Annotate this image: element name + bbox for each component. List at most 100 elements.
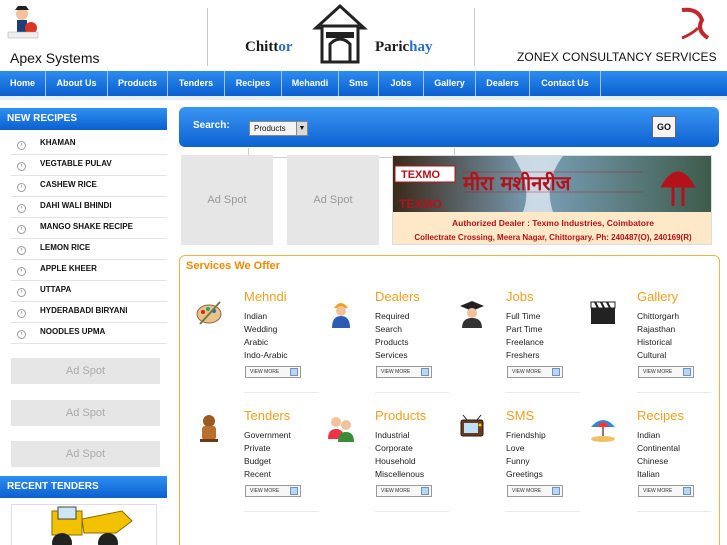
service-link[interactable]: Search [375, 324, 402, 334]
service-link[interactable]: Industrial [375, 430, 410, 440]
ad-spot-1[interactable]: Ad Spot [181, 155, 273, 245]
service-link[interactable]: Private [244, 443, 270, 453]
view-more-button[interactable]: VIEW MORE [376, 366, 432, 378]
search-category-select[interactable]: Products ▼ [249, 121, 308, 136]
service-link[interactable]: Recent [244, 469, 271, 479]
service-link[interactable]: Love [506, 443, 524, 453]
service-link[interactable]: Chittorgarh [637, 311, 679, 321]
view-more-button[interactable]: VIEW MORE [376, 485, 432, 497]
service-title-dealers[interactable]: Dealers [375, 289, 420, 304]
tender-image[interactable] [11, 504, 157, 545]
nav-products[interactable]: Products [108, 71, 168, 96]
service-link[interactable]: Part Time [506, 324, 542, 334]
service-title-jobs[interactable]: Jobs [506, 289, 533, 304]
recipe-item[interactable]: › MANGO SHAKE RECIPE [11, 218, 167, 239]
recipe-item[interactable]: › APPLE KHEER [11, 260, 167, 281]
service-link[interactable]: Funny [506, 456, 530, 466]
recipe-item[interactable]: › DAHI WALI BHINDI [11, 197, 167, 218]
recipe-link[interactable]: MANGO SHAKE RECIPE [40, 222, 133, 231]
recipe-link[interactable]: NOODLES UPMA [40, 327, 105, 336]
recipe-link[interactable]: DAHI WALI BHINDI [40, 201, 112, 210]
texmo-dealer-banner[interactable]: TEXMO TEXMO मीरा मशीनरीज Authorized Deal… [392, 155, 712, 245]
recipe-link[interactable]: UTTAPA [40, 285, 71, 294]
nav-home[interactable]: Home [0, 71, 46, 96]
recipe-link[interactable]: KHAMAN [40, 138, 76, 147]
recipe-item[interactable]: › LEMON RICE [11, 239, 167, 260]
service-title-gallery[interactable]: Gallery [637, 289, 678, 304]
service-link[interactable]: Products [375, 337, 409, 347]
service-link[interactable]: Freelance [506, 337, 544, 347]
banner-line-2: Collectrate Crossing, Meera Nagar, Chitt… [414, 233, 692, 242]
arrow-bullet-icon: › [17, 246, 26, 255]
sidebar-ad-spot[interactable]: Ad Spot [11, 441, 160, 467]
service-link[interactable]: Full Time [506, 311, 540, 321]
recipe-link[interactable]: VEGTABLE PULAV [40, 159, 112, 168]
service-link[interactable]: Wedding [244, 324, 277, 334]
service-link[interactable]: Rajasthan [637, 324, 675, 334]
document-icon [290, 487, 298, 495]
apex-brand-name: Apex Systems [10, 50, 100, 66]
service-link[interactable]: Historical [637, 337, 672, 347]
service-link[interactable]: Miscellenous [375, 469, 424, 479]
service-link[interactable]: Continental [637, 443, 680, 453]
arrow-bullet-icon: › [17, 183, 26, 192]
recipe-item[interactable]: › VEGTABLE PULAV [11, 155, 167, 176]
recipe-link[interactable]: CASHEW RICE [40, 180, 97, 189]
service-link[interactable]: Required [375, 311, 410, 321]
service-link[interactable]: Friendship [506, 430, 546, 440]
service-link[interactable]: Chinese [637, 456, 668, 466]
nav-mehandi[interactable]: Mehandi [282, 71, 339, 96]
service-title-sms[interactable]: SMS [506, 408, 534, 423]
nav-tenders[interactable]: Tenders [168, 71, 225, 96]
service-link[interactable]: Freshers [506, 350, 540, 360]
service-link[interactable]: Household [375, 456, 416, 466]
nav-dealers[interactable]: Dealers [476, 71, 530, 96]
sidebar-ad-spot[interactable]: Ad Spot [11, 358, 160, 384]
service-link[interactable]: Corporate [375, 443, 413, 453]
sidebar-ad-spot[interactable]: Ad Spot [11, 400, 160, 426]
view-more-button[interactable]: VIEW MORE [638, 366, 694, 378]
nav-about-us[interactable]: About Us [46, 71, 108, 96]
service-divider [506, 392, 580, 393]
recipe-link[interactable]: APPLE KHEER [40, 264, 97, 273]
view-more-button[interactable]: VIEW MORE [245, 366, 301, 378]
view-more-button[interactable]: VIEW MORE [638, 485, 694, 497]
service-link[interactable]: Indo-Arabic [244, 350, 287, 360]
service-divider [637, 511, 711, 512]
service-link[interactable]: Indian [637, 430, 660, 440]
service-title-tenders[interactable]: Tenders [244, 408, 290, 423]
go-button[interactable]: GO [652, 116, 676, 138]
service-title-mehndi[interactable]: Mehndi [244, 289, 287, 304]
recipe-item[interactable]: › CASHEW RICE [11, 176, 167, 197]
recipe-item[interactable]: › NOODLES UPMA [11, 323, 167, 344]
palette-icon [196, 301, 222, 325]
view-more-button[interactable]: VIEW MORE [245, 485, 301, 497]
nav-contact-us[interactable]: Contact Us [530, 71, 601, 96]
service-link[interactable]: Government [244, 430, 291, 440]
service-link[interactable]: Greetings [506, 469, 543, 479]
service-link[interactable]: Italian [637, 469, 660, 479]
site-header: Apex Systems Chittor Parichay ZONEX CONS… [0, 0, 727, 70]
view-more-button[interactable]: VIEW MORE [507, 485, 563, 497]
service-link[interactable]: Budget [244, 456, 271, 466]
recipe-item[interactable]: › KHAMAN [11, 134, 167, 155]
service-title-recipes[interactable]: Recipes [637, 408, 684, 423]
view-more-label: VIEW MORE [381, 369, 411, 375]
service-title-products[interactable]: Products [375, 408, 426, 423]
service-link[interactable]: Cultural [637, 350, 666, 360]
ad-spot-2[interactable]: Ad Spot [287, 155, 379, 245]
recipe-item[interactable]: › HYDERABADI BIRYANI [11, 302, 167, 323]
recipe-link[interactable]: HYDERABADI BIRYANI [40, 306, 127, 315]
service-link[interactable]: Arabic [244, 337, 268, 347]
view-more-button[interactable]: VIEW MORE [507, 366, 563, 378]
recipe-item[interactable]: › UTTAPA [11, 281, 167, 302]
nav-recipes[interactable]: Recipes [225, 71, 282, 96]
service-link[interactable]: Indian [244, 311, 267, 321]
recipe-link[interactable]: LEMON RICE [40, 243, 90, 252]
service-link[interactable]: Services [375, 350, 408, 360]
nav-jobs[interactable]: Jobs [379, 71, 424, 96]
nav-gallery[interactable]: Gallery [424, 71, 476, 96]
service-divider [637, 392, 711, 393]
nav-sms[interactable]: Sms [339, 71, 379, 96]
chevron-down-icon[interactable]: ▼ [296, 122, 307, 135]
